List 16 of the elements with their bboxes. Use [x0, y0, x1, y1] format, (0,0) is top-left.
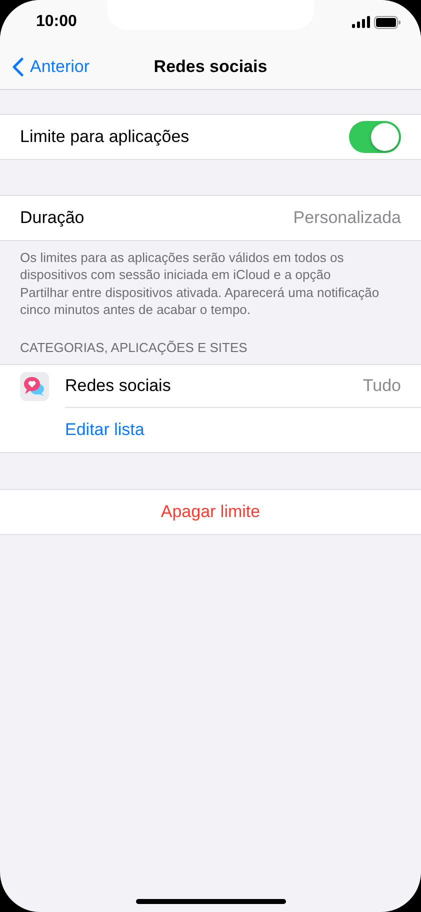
- chat-bubbles-icon: [20, 372, 49, 401]
- battery-icon: [374, 16, 401, 28]
- back-chevron-icon: [12, 56, 24, 76]
- setting-label: Limite para aplicações: [20, 126, 190, 148]
- setting-value: Personalizada: [293, 207, 401, 230]
- screen-title: Redes sociais: [154, 56, 268, 78]
- category-value: Tudo: [362, 374, 401, 397]
- edit-list-link[interactable]: Editar lista: [65, 408, 144, 452]
- category-label: Redes sociais: [65, 374, 171, 397]
- toggle-switch[interactable]: [349, 121, 401, 153]
- setting-label: Duração: [20, 207, 84, 230]
- signal-icon: [352, 16, 370, 28]
- footer-note: Os limites para as aplicações serão válidos em todos os dispositivos com sessão iniciada em iCloud e a opção Partilhar entre dispositivos ativada. Aparecerá uma notificação cinco minutos antes de acabar o tempo.: [19, 249, 380, 318]
- back-button[interactable]: Anterior: [0, 54, 90, 80]
- section-header: CATEGORIAS, APLICAÇÕES E SITES: [19, 339, 248, 358]
- status-time: 10:00: [36, 12, 77, 32]
